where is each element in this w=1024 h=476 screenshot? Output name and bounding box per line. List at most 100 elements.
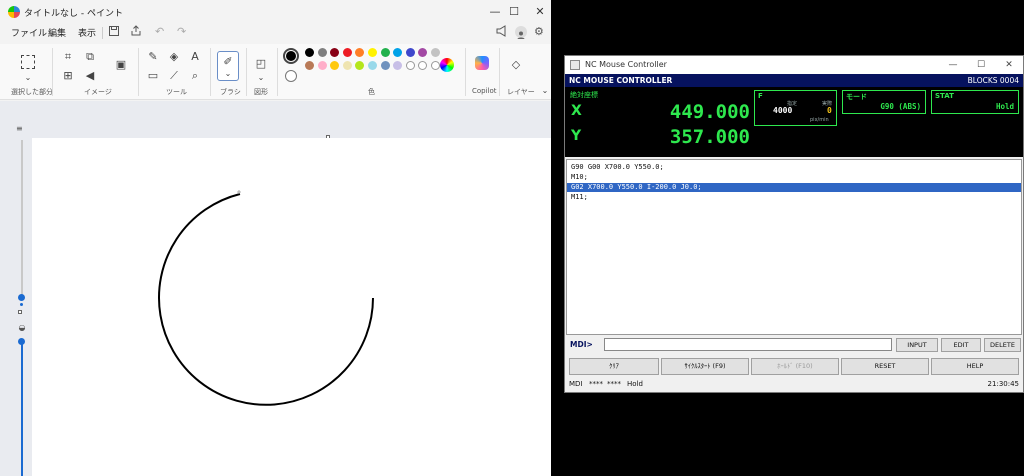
color-swatch[interactable] [317, 48, 327, 57]
stat-label: STAT [935, 92, 954, 100]
ribbon-expand-chevron-icon[interactable]: ⌄ [538, 84, 551, 98]
settings-gear-icon[interactable]: ⚙ [534, 25, 544, 38]
secondary-color[interactable] [285, 70, 297, 82]
image-tool-icon[interactable]: ⊞ [61, 69, 75, 83]
brush-size-track[interactable] [21, 140, 23, 295]
color-swatch[interactable] [305, 48, 314, 57]
text-tool-icon[interactable]: A [188, 50, 202, 64]
nc-window-title: NC Mouse Controller [585, 60, 667, 69]
color-swatch[interactable] [405, 48, 415, 57]
ribbon-toolbar: ⌄ 選択した部分 ⌗ ⧉ ⊞ ◀ ▣ イメージ ✎ ◈ A ▭ ⟋ ⌕ ツール … [0, 44, 551, 100]
close-button[interactable]: ✕ [525, 0, 551, 24]
y-axis-value: 357.000 [669, 126, 750, 148]
rotate-icon[interactable]: ◀ [83, 69, 97, 83]
arc-end-marker [237, 190, 241, 194]
crop-icon[interactable]: ⌗ [61, 50, 75, 64]
color-swatch[interactable] [342, 48, 352, 57]
color-swatch[interactable] [418, 48, 428, 57]
background-removal-icon[interactable]: ▣ [114, 58, 128, 72]
program-line[interactable]: G02 X700.0 Y550.0 I-200.0 J0.0; [567, 183, 1021, 192]
feed-hold-button[interactable]: ﾎｰﾙﾄﾞ (F10) [751, 358, 839, 375]
menu-view[interactable]: 表示 [78, 26, 96, 39]
selection-chevron-icon[interactable]: ⌄ [21, 71, 35, 85]
brush-size-dot [20, 303, 23, 306]
delete-button[interactable]: DELETE [984, 338, 1021, 352]
color-swatch[interactable] [431, 61, 440, 70]
opacity-track[interactable] [21, 339, 23, 476]
feed-unit: pix/min [810, 117, 829, 123]
menu-file[interactable]: ファイル [11, 26, 47, 39]
input-button[interactable]: INPUT [896, 338, 938, 352]
cycle-start-button[interactable]: ｻｲｸﾙｽﾀｰﾄ (F9) [661, 358, 749, 375]
status-mode: MDI [569, 380, 583, 388]
color-swatch[interactable] [330, 61, 340, 70]
program-line[interactable]: M10; [567, 173, 1021, 182]
menu-divider [102, 27, 103, 39]
feedback-icon[interactable] [496, 25, 508, 40]
select-rect-icon[interactable] [21, 55, 35, 69]
ribbon-separator [277, 48, 278, 96]
eraser-icon[interactable]: ▭ [146, 69, 160, 83]
share-icon[interactable] [130, 25, 142, 40]
color-swatch[interactable] [355, 61, 365, 70]
canvas-resize-handle[interactable] [18, 310, 22, 314]
pencil-icon[interactable]: ✎ [146, 50, 160, 64]
layers-icon[interactable]: ◇ [509, 58, 523, 72]
brush-size-thumb[interactable] [18, 294, 25, 301]
menu-edit[interactable]: 編集 [48, 26, 66, 39]
clear-button[interactable]: ｸﾘｱ [569, 358, 659, 375]
program-list[interactable]: G90 G00 X700.0 Y550.0; M10; G02 X700.0 Y55… [566, 159, 1022, 335]
drawing-canvas[interactable] [32, 138, 551, 476]
fill-bucket-icon[interactable]: ◈ [167, 50, 181, 64]
canvas-drawing [158, 190, 374, 406]
magnifier-icon[interactable]: ⌕ [188, 69, 202, 83]
resize-icon[interactable]: ⧉ [83, 50, 97, 64]
redo-icon[interactable]: ↷ [177, 25, 186, 38]
color-swatch[interactable] [355, 48, 365, 57]
status-state: Hold [627, 380, 643, 388]
color-swatch[interactable] [342, 61, 352, 70]
color-swatch[interactable] [317, 61, 327, 70]
color-swatch[interactable] [431, 48, 440, 57]
color-swatch[interactable] [368, 48, 377, 57]
reset-button[interactable]: RESET [841, 358, 929, 375]
color-swatch[interactable] [393, 61, 403, 70]
help-button[interactable]: HELP [931, 358, 1019, 375]
edit-colors-icon[interactable] [440, 58, 454, 72]
shapes-icon[interactable]: ◰ [254, 57, 268, 71]
program-line[interactable]: G90 G00 X700.0 Y550.0; [567, 163, 1021, 172]
color-swatch[interactable] [368, 61, 377, 70]
primary-color[interactable] [283, 48, 299, 64]
brush-button[interactable]: ✐ ⌄ [217, 51, 239, 81]
undo-icon[interactable]: ↶ [155, 25, 164, 38]
color-swatch[interactable] [330, 48, 340, 57]
group-label-brushes: ブラシ [220, 88, 241, 96]
mdi-label: MDI> [570, 340, 593, 349]
opacity-thumb[interactable] [18, 338, 25, 345]
mdi-input[interactable] [604, 338, 892, 351]
color-swatch[interactable] [380, 48, 390, 57]
color-swatch[interactable] [418, 61, 428, 70]
stat-value: Hold [995, 102, 1014, 111]
color-picker-icon[interactable]: ⟋ [167, 69, 181, 83]
nc-titlebar[interactable]: NC Mouse Controller — ☐ ✕ [565, 56, 1023, 74]
status-field-1: **** [589, 380, 603, 388]
nc-close-button[interactable]: ✕ [995, 56, 1023, 74]
color-swatch[interactable] [393, 48, 403, 57]
save-icon[interactable] [108, 25, 120, 40]
color-swatch[interactable] [305, 61, 314, 70]
nc-minimize-button[interactable]: — [939, 56, 967, 74]
status-field-2: **** [607, 380, 621, 388]
blocks-count: BLOCKS 0004 [967, 76, 1019, 85]
color-swatch[interactable] [405, 61, 415, 70]
paint-titlebar[interactable]: タイトルなし - ペイント — ☐ ✕ [0, 0, 551, 24]
shapes-chevron-icon[interactable]: ⌄ [254, 71, 268, 85]
edit-button[interactable]: EDIT [941, 338, 981, 352]
primary-color-fill [286, 51, 296, 61]
account-avatar[interactable] [515, 26, 527, 39]
program-line[interactable]: M11; [567, 193, 1021, 202]
copilot-icon[interactable] [475, 56, 489, 70]
color-swatch[interactable] [380, 61, 390, 70]
nc-maximize-button[interactable]: ☐ [967, 56, 995, 74]
drawn-arc [158, 193, 374, 406]
